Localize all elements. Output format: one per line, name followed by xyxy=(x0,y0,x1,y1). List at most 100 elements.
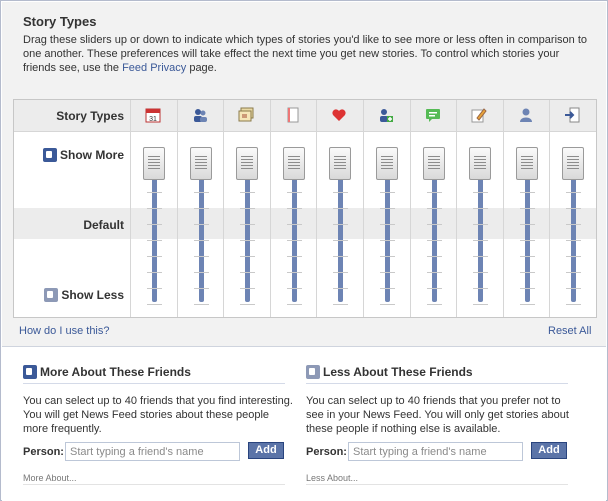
divider xyxy=(306,484,568,485)
slider-tick xyxy=(519,272,535,273)
slider-handle[interactable] xyxy=(376,147,398,180)
less-about-add-button[interactable]: Add xyxy=(531,442,567,459)
slider-tick xyxy=(193,304,209,305)
slider-tick xyxy=(286,192,302,193)
slider-tick xyxy=(473,256,489,257)
more-about-person-input[interactable] xyxy=(65,442,240,461)
news-feed-preferences: Story Types Drag these sliders up or dow… xyxy=(0,0,608,501)
photos-icon xyxy=(238,107,254,123)
slider-handle[interactable] xyxy=(236,147,259,180)
pencil-edit-icon xyxy=(471,107,487,123)
slider-tick xyxy=(566,192,582,193)
slider-tick xyxy=(566,224,582,225)
instructions-text: Drag these sliders up or down to indicat… xyxy=(23,33,593,75)
more-about-add-button[interactable]: Add xyxy=(248,442,284,459)
more-about-title: More About These Friends xyxy=(23,365,191,379)
slider-tick xyxy=(426,256,442,257)
show-less-text: Show Less xyxy=(61,288,124,302)
slider-tick xyxy=(426,288,442,289)
slider-tick xyxy=(193,240,209,241)
slider-tick xyxy=(240,192,256,193)
slider-tick xyxy=(193,224,209,225)
slider-tick xyxy=(333,256,349,257)
less-about-list-label: Less About... xyxy=(306,473,359,483)
slider-tick xyxy=(380,304,395,305)
slider-tick xyxy=(473,288,489,289)
slider-tick xyxy=(519,192,535,193)
person-label: Person: xyxy=(306,446,347,458)
slider-handle[interactable] xyxy=(469,147,492,180)
slider-tick xyxy=(426,272,442,273)
slider-tick xyxy=(240,256,256,257)
slider-tick xyxy=(473,192,489,193)
less-about-title: Less About These Friends xyxy=(306,365,473,379)
less-about-person-input[interactable] xyxy=(348,442,523,461)
story-type-column xyxy=(223,100,269,317)
story-type-column xyxy=(176,100,223,317)
story-type-column xyxy=(549,100,595,317)
application-icon xyxy=(564,107,580,123)
more-about-description: You can select up to 40 friends that you… xyxy=(23,395,293,435)
slider-tick xyxy=(193,272,209,273)
slider-tick xyxy=(286,304,302,305)
reset-all-link[interactable]: Reset All xyxy=(548,325,591,337)
instructions-text-part1: Drag these sliders up or down to indicat… xyxy=(23,34,587,74)
slider-handle[interactable] xyxy=(562,147,585,180)
story-type-column xyxy=(363,100,409,317)
slider-tick xyxy=(286,288,302,289)
slider-tick xyxy=(147,288,162,289)
slider-tick xyxy=(286,256,302,257)
help-link[interactable]: How do I use this? xyxy=(19,325,110,337)
slider-tick xyxy=(333,208,349,209)
slider-tick xyxy=(147,272,162,273)
feed-privacy-link[interactable]: Feed Privacy xyxy=(122,62,186,74)
slider-handle[interactable] xyxy=(143,147,165,180)
slider-tick xyxy=(473,240,489,241)
story-types-panel: Story Types Drag these sliders up or dow… xyxy=(2,2,606,347)
slider-tick xyxy=(193,208,209,209)
calendar-day-text: 31 xyxy=(149,116,157,123)
slider-tick xyxy=(147,192,162,193)
slider-tick xyxy=(519,240,535,241)
heart-icon xyxy=(331,107,347,123)
slider-tick xyxy=(333,240,349,241)
thumbs-down-icon xyxy=(44,288,59,302)
default-label: Default xyxy=(83,218,124,232)
slider-tick xyxy=(426,304,442,305)
slider-tick xyxy=(286,272,302,273)
slider-tick xyxy=(240,272,256,273)
slider-handle[interactable] xyxy=(422,147,445,180)
notes-icon xyxy=(285,107,301,123)
slider-tick xyxy=(333,224,349,225)
slider-handle[interactable] xyxy=(329,147,352,180)
slider-tick xyxy=(193,256,209,257)
slider-tick xyxy=(380,208,395,209)
slider-tick xyxy=(519,208,535,209)
slider-tick xyxy=(333,192,349,193)
slider-tick xyxy=(147,208,162,209)
slider-tick xyxy=(473,208,489,209)
slider-handle[interactable] xyxy=(282,147,305,180)
thumbs-down-icon xyxy=(306,365,320,379)
slider-tick xyxy=(426,192,442,193)
friends-section: More About These Friends You can select … xyxy=(2,348,606,501)
slider-tick xyxy=(147,304,162,305)
slider-handle[interactable] xyxy=(515,147,538,180)
slider-tick xyxy=(286,224,302,225)
slider-handle[interactable] xyxy=(189,147,212,180)
slider-tick xyxy=(240,208,256,209)
slider-tick xyxy=(147,256,162,257)
story-type-column xyxy=(502,100,549,317)
story-types-header: Story Types xyxy=(56,109,124,123)
less-about-description: You can select up to 40 friends that you… xyxy=(306,395,569,435)
slider-tick xyxy=(380,224,395,225)
divider xyxy=(306,383,568,384)
slider-tick xyxy=(473,272,489,273)
story-type-column: 31 xyxy=(130,100,176,317)
slider-tick xyxy=(566,256,582,257)
slider-tick xyxy=(333,288,349,289)
divider xyxy=(23,484,285,485)
slider-tick xyxy=(566,208,582,209)
friends-icon xyxy=(192,107,208,123)
wall-post-icon xyxy=(425,107,441,123)
